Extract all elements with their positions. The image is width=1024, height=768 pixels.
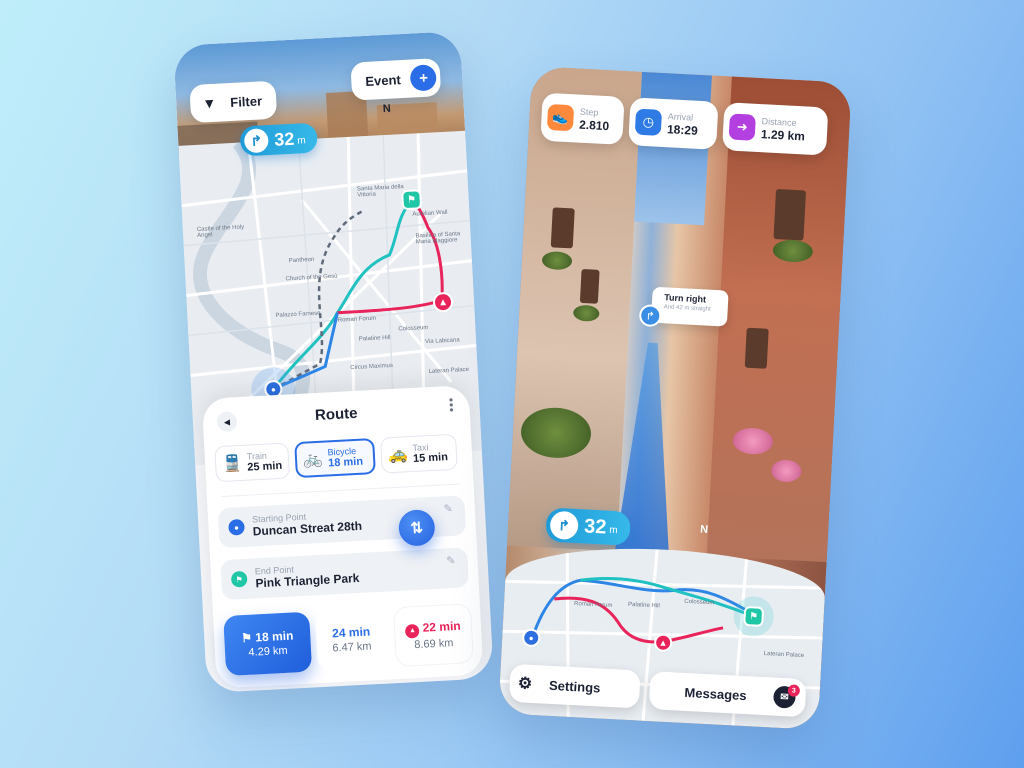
messages-label: Messages: [684, 684, 748, 703]
compass-indicator: N: [382, 102, 392, 116]
turn-right-icon: ↱: [549, 510, 579, 541]
bicycle-icon: 🚲: [302, 450, 324, 469]
stat-value: 18:29: [666, 121, 699, 138]
swap-points-button[interactable]: ⇅: [397, 508, 436, 547]
filter-label: Filter: [229, 92, 263, 110]
pencil-icon[interactable]: ✎: [443, 502, 453, 515]
turn-instruction: Turn right And 42 m straight: [650, 286, 729, 327]
stat-label: Step: [579, 106, 599, 118]
mini-map[interactable]: ● ⚑ ▲ Roman Forum Palatine Hill Colosseu…: [498, 541, 827, 730]
stat-arrival: ◷ Arrival 18:29: [628, 97, 719, 150]
end-point-field[interactable]: ⚑ End Point Pink Triangle Park ✎: [220, 547, 469, 601]
shoe-icon: 👟: [546, 103, 575, 132]
route-option-2[interactable]: 24 min 6.47 km: [315, 607, 389, 672]
ar-navigation-screen: 👟 Step 2.810 ◷ Arrival 18:29 ➜ Distance …: [498, 66, 852, 730]
route-panel: ◀ Route • • • 🚆 Train 25 min 🚲 Bicycle 18 …: [201, 384, 484, 689]
street-window: [550, 207, 575, 249]
distance-unit: m: [608, 524, 618, 537]
alert-icon: ▲: [405, 623, 420, 639]
street-window: [773, 189, 807, 241]
mode-bicycle[interactable]: 🚲 Bicycle 18 min: [294, 437, 376, 479]
settings-button[interactable]: ⚙ Settings: [508, 663, 641, 709]
pencil-icon[interactable]: ✎: [446, 554, 456, 567]
gear-icon: ⚙: [517, 675, 533, 693]
event-button[interactable]: Event +: [350, 58, 442, 101]
mode-time: 18 min: [327, 455, 364, 470]
street-window: [579, 268, 600, 304]
stat-step: 👟 Step 2.810: [540, 92, 625, 145]
turn-subtitle: And 42 m straight: [663, 304, 711, 313]
turn-title: Turn right: [663, 292, 707, 305]
distance-indicator: ↱ 32 m: [239, 122, 319, 157]
person-icon: ●: [228, 518, 245, 536]
option-distance: 8.69 km: [414, 636, 454, 651]
mode-time: 25 min: [247, 459, 283, 474]
route-option-1[interactable]: ⚑ 18 min 4.29 km: [223, 611, 313, 677]
signpost-icon: ➜: [728, 113, 756, 141]
mode-time: 15 min: [412, 451, 449, 465]
option-distance: 6.47 km: [332, 639, 372, 654]
messages-button[interactable]: Messages ✉ 3: [648, 671, 807, 718]
street-window: [744, 327, 769, 369]
stat-value: 2.810: [578, 117, 610, 133]
distance-value: 32: [273, 128, 295, 150]
stat-value: 1.29 km: [760, 126, 806, 143]
flag-icon: ⚑: [240, 629, 256, 645]
distance-value: 32: [583, 514, 607, 539]
stat-distance: ➜ Distance 1.29 km: [722, 102, 829, 156]
filter-button[interactable]: ▼ Filter: [189, 80, 277, 124]
clock-icon: ◷: [634, 108, 663, 136]
event-label: Event: [364, 71, 402, 89]
compass-indicator: N: [699, 523, 709, 536]
mode-train[interactable]: 🚆 Train 25 min: [214, 442, 291, 483]
destination-flag-pin[interactable]: ⚑: [743, 605, 765, 627]
message-count-badge: 3: [787, 684, 801, 697]
divider: [220, 483, 460, 498]
route-option-3[interactable]: ▲ 22 min 8.69 km: [392, 603, 474, 668]
swap-arrows-icon: ⇅: [410, 519, 424, 538]
settings-label: Settings: [548, 677, 601, 695]
flag-icon: ⚑: [230, 570, 248, 588]
option-distance: 4.29 km: [248, 644, 288, 659]
train-icon: 🚆: [221, 454, 243, 473]
route-title: Route: [314, 404, 358, 425]
plus-icon: +: [409, 64, 438, 92]
mode-taxi[interactable]: 🚕 Taxi 15 min: [380, 433, 458, 474]
stat-label: Arrival: [667, 110, 694, 123]
funnel-icon: ▼: [201, 94, 217, 112]
distance-unit: m: [297, 135, 307, 147]
distance-indicator: ↱ 32 m: [545, 507, 631, 546]
route-planner-screen: ● ⚑ ▲ Pantheon Church of the Gesù Palazz…: [173, 30, 494, 694]
taxi-icon: 🚕: [387, 446, 409, 465]
more-options-icon[interactable]: • • •: [449, 393, 454, 417]
turn-right-icon: ↱: [243, 128, 269, 154]
